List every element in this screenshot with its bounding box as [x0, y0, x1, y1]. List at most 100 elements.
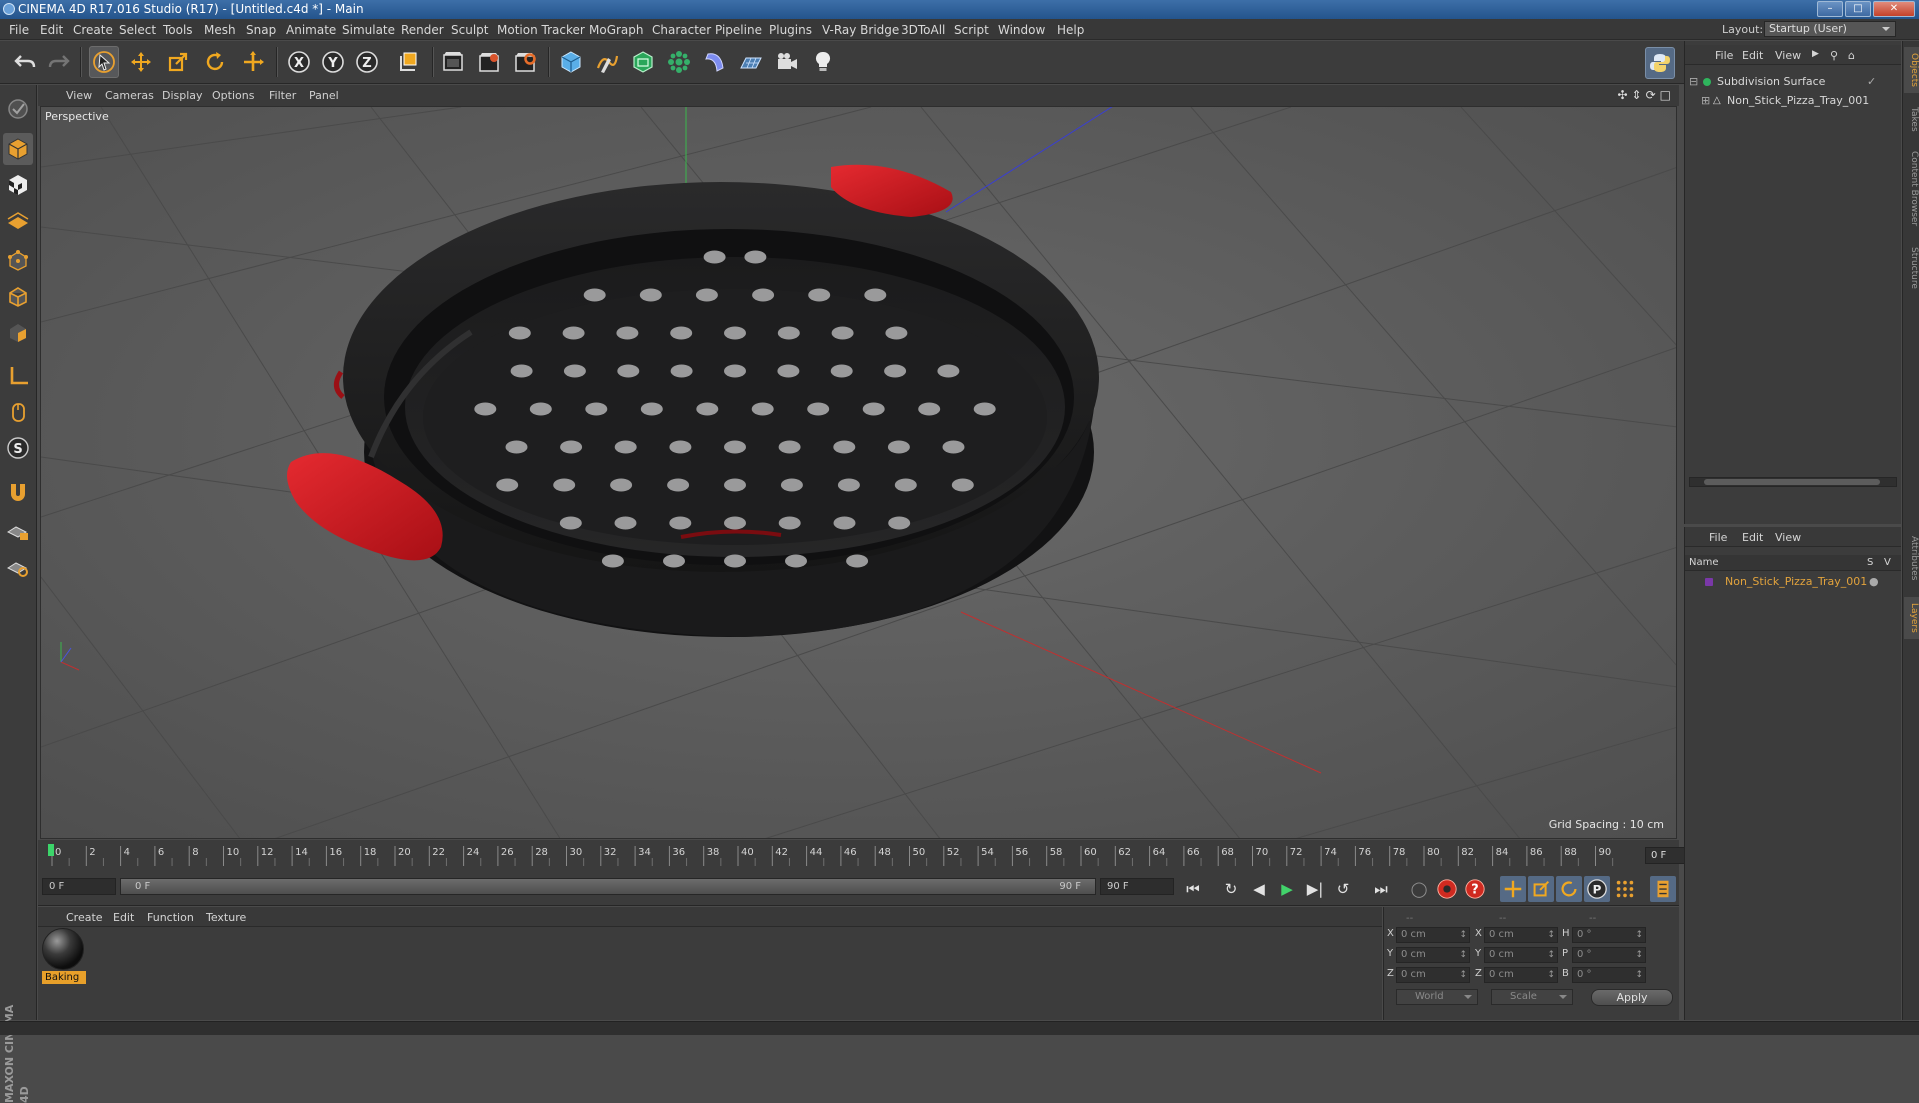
key-pla-icon[interactable] [1612, 876, 1638, 902]
menu-simulate[interactable]: Simulate [342, 23, 395, 37]
menu-window[interactable]: Window [998, 23, 1045, 37]
object-menu-edit[interactable]: Edit [1742, 49, 1763, 62]
next-frame-icon[interactable]: ▶| [1302, 876, 1328, 902]
menu-3dtoall[interactable]: 3DToAll [901, 23, 945, 37]
menu-animate[interactable]: Animate [286, 23, 336, 37]
record-active-objects-icon[interactable] [1434, 876, 1460, 902]
object-menu-file[interactable]: File [1715, 49, 1733, 62]
undo-icon[interactable] [10, 46, 40, 78]
record-keys-disabled-icon[interactable]: ◯ [1406, 876, 1432, 902]
go-to-start-icon[interactable]: ⏮ [1180, 876, 1206, 902]
render-view-icon[interactable] [438, 46, 468, 78]
size-x-field[interactable]: 0 cm [1484, 927, 1558, 943]
object-search-icon[interactable]: ⚲ [1830, 49, 1838, 62]
key-position-icon[interactable] [1500, 876, 1526, 902]
floor-icon[interactable] [736, 46, 766, 78]
menu-help[interactable]: Help [1057, 23, 1084, 37]
dolly-view-icon[interactable]: ⇕ [1632, 88, 1642, 102]
menu-vray-bridge[interactable]: V-Ray Bridge [822, 23, 899, 37]
viewport-menu-filter[interactable]: Filter [269, 89, 296, 102]
array-icon[interactable] [664, 46, 694, 78]
menu-tools[interactable]: Tools [163, 23, 193, 37]
material-menu-edit[interactable]: Edit [113, 911, 134, 924]
object-menu-more-icon[interactable]: ▶ [1812, 49, 1819, 59]
menu-character[interactable]: Character [652, 23, 711, 37]
deformer-icon[interactable] [700, 46, 730, 78]
size-y-field[interactable]: 0 cm [1484, 947, 1558, 963]
timeline[interactable]: 0 2 4 6 8 10 12 14 16 18 20 22 24 26 28 30 32 34 36 38 40 42 4… [38, 840, 1714, 873]
timeline-ruler[interactable]: 0 2 4 6 8 10 12 14 16 18 20 22 24 26 28 30 32 34 36 38 40 42 4… [48, 842, 1643, 866]
material-menu-texture[interactable]: Texture [206, 911, 246, 924]
camera-icon[interactable] [772, 46, 802, 78]
planar-workplane-icon[interactable] [3, 551, 33, 583]
menu-plugins[interactable]: Plugins [769, 23, 812, 37]
maximize-button[interactable]: □ [1845, 1, 1871, 17]
x-axis-icon[interactable]: X [284, 46, 314, 78]
rotate-icon[interactable] [200, 46, 230, 78]
layer-row[interactable]: Non_Stick_Pizza_Tray_001 ● [1685, 573, 1901, 590]
edges-mode-icon[interactable] [3, 281, 33, 313]
position-y-field[interactable]: 0 cm [1396, 947, 1470, 963]
end-frame-field[interactable]: 90 F [1100, 878, 1174, 895]
close-button[interactable]: ✕ [1873, 1, 1915, 17]
object-menu-view[interactable]: View [1775, 49, 1801, 62]
rotation-p-field[interactable]: 0 ° [1572, 947, 1646, 963]
start-frame-field[interactable]: 0 F [42, 878, 116, 895]
timeline-settings-icon[interactable] [1650, 876, 1676, 902]
cube-icon[interactable] [556, 46, 586, 78]
previous-frame-icon[interactable]: ◀ [1246, 876, 1272, 902]
object-row-tray[interactable]: ⊞ △ Non_Stick_Pizza_Tray_001 [1685, 92, 1901, 109]
object-manager-scrollbar[interactable] [1689, 477, 1897, 487]
material-swatch[interactable]: Baking [42, 928, 86, 986]
perspective-viewport[interactable]: Perspective Grid Spacing : 10 cm [40, 106, 1677, 839]
edit-render-settings-icon[interactable] [510, 46, 540, 78]
play-forward-icon[interactable]: ▶ [1274, 876, 1300, 902]
menu-render[interactable]: Render [401, 23, 444, 37]
material-menu-create[interactable]: Create [66, 911, 103, 924]
render-picture-viewer-icon[interactable] [474, 46, 504, 78]
material-menu-function[interactable]: Function [147, 911, 194, 924]
polygons-mode-icon[interactable] [3, 317, 33, 349]
toggle-panel-icon[interactable]: □ [1660, 88, 1671, 102]
key-scale-icon[interactable] [1528, 876, 1554, 902]
menu-file[interactable]: File [9, 23, 29, 37]
frame-range-slider[interactable]: 0 F 90 F [120, 878, 1096, 895]
tab-layers[interactable]: Layers [1904, 597, 1919, 639]
enable-checkmark-icon[interactable]: ✓ [1867, 73, 1876, 90]
next-key-icon[interactable]: ↺ [1330, 876, 1356, 902]
menu-motion-tracker[interactable]: Motion Tracker [497, 23, 585, 37]
z-axis-icon[interactable]: Z [352, 46, 382, 78]
menu-edit[interactable]: Edit [40, 23, 63, 37]
layer-solo-toggle[interactable]: ● [1869, 573, 1879, 590]
menu-sculpt[interactable]: Sculpt [451, 23, 488, 37]
size-z-field[interactable]: 0 cm [1484, 967, 1558, 983]
viewport-menu-display[interactable]: Display [162, 89, 203, 102]
viewport-menu-cameras[interactable]: Cameras [105, 89, 154, 102]
enable-snap-icon[interactable] [3, 475, 33, 507]
viewport-menu-view[interactable]: View [66, 89, 92, 102]
pen-spline-icon[interactable] [592, 46, 622, 78]
menu-script[interactable]: Script [954, 23, 989, 37]
menu-create[interactable]: Create [73, 23, 113, 37]
orbit-view-icon[interactable]: ⟳ [1646, 88, 1656, 102]
points-mode-icon[interactable] [3, 245, 33, 277]
tab-structure[interactable]: Structure [1904, 241, 1919, 295]
tab-attributes[interactable]: Attributes [1904, 527, 1919, 589]
viewport-menu-panel[interactable]: Panel [309, 89, 339, 102]
coordinate-system-icon[interactable] [394, 46, 424, 78]
tab-content-browser[interactable]: Content Browser [1904, 145, 1919, 233]
y-axis-icon[interactable]: Y [318, 46, 348, 78]
live-selection-icon[interactable] [89, 46, 119, 78]
viewport-menu-options[interactable]: Options [212, 89, 254, 102]
axis-mode-icon[interactable] [3, 360, 33, 392]
redo-icon[interactable] [44, 46, 74, 78]
light-icon[interactable] [808, 46, 838, 78]
snap-icon[interactable]: S [3, 432, 33, 464]
autokeying-icon[interactable]: ? [1462, 876, 1488, 902]
position-x-field[interactable]: 0 cm [1396, 927, 1470, 943]
key-rotation-icon[interactable] [1556, 876, 1582, 902]
menu-pipeline[interactable]: Pipeline [715, 23, 762, 37]
menu-mograph[interactable]: MoGraph [589, 23, 644, 37]
layout-dropdown[interactable]: Startup (User) [1764, 21, 1896, 37]
move-icon[interactable] [126, 46, 156, 78]
